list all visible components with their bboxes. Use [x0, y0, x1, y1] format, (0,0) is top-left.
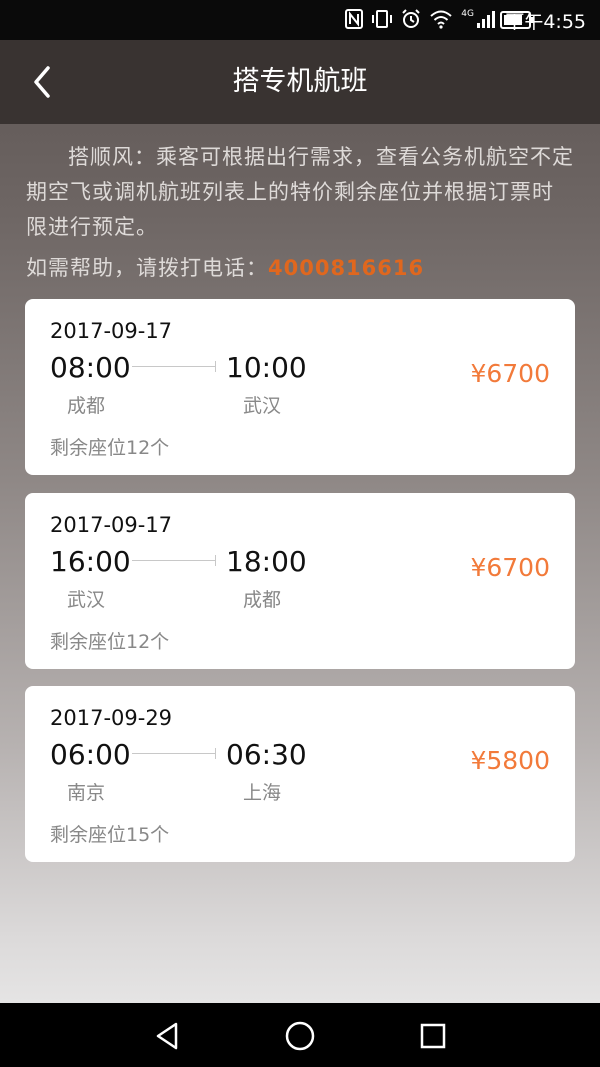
flight-price: ¥6700 — [470, 359, 550, 388]
vibrate-icon — [371, 9, 393, 29]
signal-icon — [476, 9, 496, 29]
route-line — [132, 560, 216, 561]
alarm-icon — [401, 9, 421, 29]
remaining-seats: 剩余座位12个 — [50, 631, 170, 653]
departure-city: 南京 — [67, 782, 106, 804]
route-line-end — [215, 555, 216, 566]
departure-city: 武汉 — [67, 589, 106, 611]
status-time: 下午4:55 — [505, 11, 586, 33]
route-line — [132, 366, 216, 367]
flight-card[interactable]: 2017-09-17 16:00 18:00 武汉 成都 剩余座位12个 ¥67… — [25, 493, 575, 669]
flight-price: ¥5800 — [470, 746, 550, 775]
route-line-end — [215, 748, 216, 759]
arrival-time: 06:30 — [226, 738, 307, 771]
screen: 4G 下午4:55 搭专机航班 搭顺风：乘客可根据出行需求，查看公务机航空不定期… — [0, 0, 600, 1067]
status-icons: 4G — [345, 9, 496, 29]
system-recents-button[interactable] — [416, 1019, 450, 1053]
arrival-city: 成都 — [243, 589, 282, 611]
page-title: 搭专机航班 — [232, 66, 368, 97]
help-line: 如需帮助，请拨打电话：4000816616 — [26, 252, 424, 282]
flight-card[interactable]: 2017-09-17 08:00 10:00 成都 武汉 剩余座位12个 ¥67… — [25, 299, 575, 475]
help-phone-link[interactable]: 4000816616 — [268, 256, 424, 280]
departure-city: 成都 — [67, 395, 106, 417]
system-back-button[interactable] — [151, 1019, 185, 1053]
arrival-city: 武汉 — [243, 395, 282, 417]
back-triangle-icon — [156, 1022, 178, 1050]
flight-date: 2017-09-29 — [50, 706, 173, 730]
nav-bar: 搭专机航班 — [0, 40, 600, 124]
status-bar: 4G 下午4:55 — [0, 0, 600, 40]
system-home-button[interactable] — [283, 1019, 317, 1053]
arrival-time: 10:00 — [226, 351, 307, 384]
remaining-seats: 剩余座位15个 — [50, 824, 170, 846]
network-type-label: 4G — [461, 9, 474, 19]
nfc-icon — [345, 9, 364, 29]
arrival-time: 18:00 — [226, 545, 307, 578]
route-line — [132, 753, 216, 754]
route-line-end — [215, 361, 216, 372]
flight-price: ¥6700 — [470, 553, 550, 582]
help-label: 如需帮助，请拨打电话： — [26, 256, 268, 280]
system-nav-bar — [0, 1003, 600, 1067]
departure-time: 08:00 — [50, 351, 131, 384]
wifi-icon — [429, 9, 453, 29]
departure-time: 06:00 — [50, 738, 131, 771]
home-circle-icon — [285, 1021, 315, 1051]
arrival-city: 上海 — [243, 782, 282, 804]
intro-text: 搭顺风：乘客可根据出行需求，查看公务机航空不定期空飞或调机航班列表上的特价剩余座… — [26, 145, 574, 239]
flight-card[interactable]: 2017-09-29 06:00 06:30 南京 上海 剩余座位15个 ¥58… — [25, 686, 575, 862]
remaining-seats: 剩余座位12个 — [50, 437, 170, 459]
recents-square-icon — [420, 1023, 446, 1049]
chevron-left-icon — [34, 66, 50, 98]
flight-date: 2017-09-17 — [50, 319, 173, 343]
flight-date: 2017-09-17 — [50, 513, 173, 537]
back-button[interactable] — [22, 60, 66, 104]
departure-time: 16:00 — [50, 545, 131, 578]
